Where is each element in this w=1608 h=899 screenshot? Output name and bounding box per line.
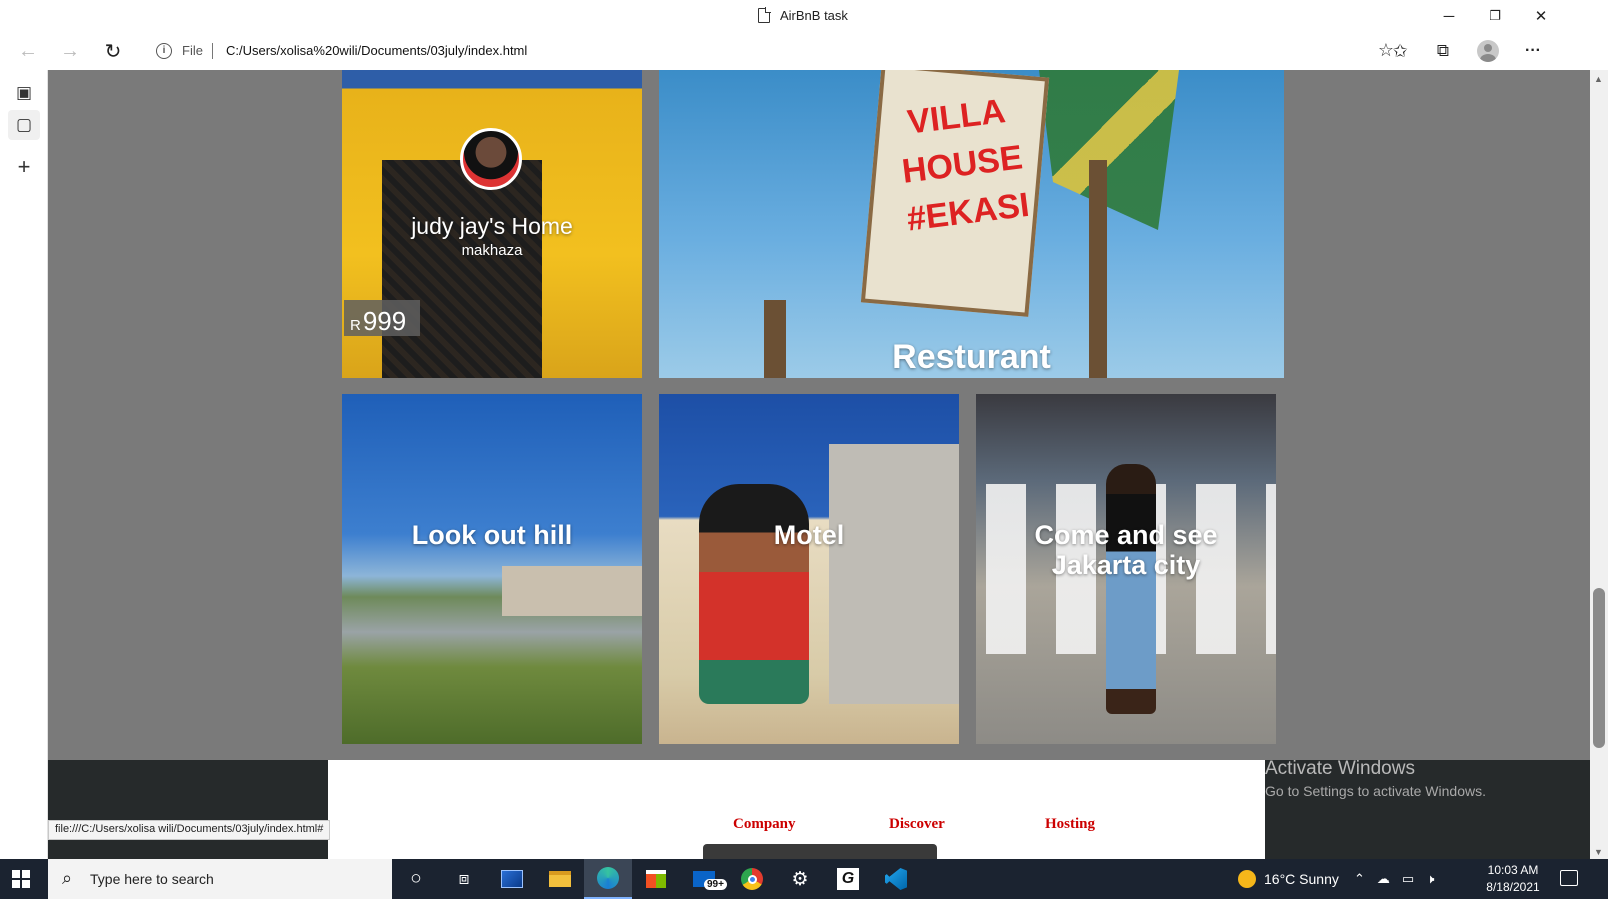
search-placeholder: Type here to search — [90, 871, 214, 887]
vertical-scrollbar[interactable]: ▲ ▼ — [1590, 70, 1608, 859]
system-clock[interactable]: 10:03 AM 8/18/2021 — [1486, 862, 1540, 896]
grammarly-icon[interactable]: G — [824, 859, 872, 899]
task-view-icon[interactable]: ⧈ — [440, 859, 488, 899]
city-caption: Come and see Jakarta city — [1034, 520, 1218, 580]
listing-card-restaurant[interactable]: VILLA HOUSE #EKASI Resturant — [659, 70, 1284, 378]
cortana-icon[interactable]: ○ — [392, 859, 440, 899]
back-button[interactable]: ← — [12, 36, 44, 66]
footer-link-company[interactable]: Company — [733, 816, 796, 833]
weather-widget[interactable]: 16°C Sunny — [1238, 859, 1339, 899]
close-button[interactable]: ✕ — [1518, 0, 1564, 32]
footer: Company Discover Hosting — [328, 760, 1265, 859]
sun-icon — [1238, 870, 1256, 888]
tab-actions-icon[interactable]: ▣ — [8, 78, 40, 108]
listing-photo — [382, 160, 542, 378]
restaurant-caption: Resturant — [892, 338, 1051, 376]
listing-card-home[interactable]: judy jay's Home makhaza R 999 — [342, 70, 642, 378]
settings-gear-icon[interactable]: ⚙ — [776, 859, 824, 899]
photos-app-icon[interactable] — [488, 859, 536, 899]
edge-browser-icon[interactable] — [584, 859, 632, 899]
wall-graphic — [829, 444, 959, 704]
mail-badge: 99+ — [704, 879, 727, 890]
mail-app-icon[interactable]: 99+ — [680, 859, 728, 899]
activation-watermark-text: Go to Settings to activate Windows. — [1265, 783, 1486, 799]
search-icon: ⌕ — [62, 868, 73, 888]
weather-text: 16°C Sunny — [1264, 871, 1339, 887]
url-text[interactable]: C:/Users/xolisa%20wili/Documents/03july/… — [226, 43, 527, 58]
price-amount: 999 — [362, 306, 407, 336]
motel-caption: Motel — [773, 520, 845, 550]
protocol-label: File — [182, 43, 203, 58]
navigation-bar: ← → ↻ i File C:/Users/xolisa%20wili/Docu… — [0, 32, 1608, 70]
minimize-button[interactable]: ─ — [1426, 0, 1472, 32]
volume-icon[interactable]: 🕨 — [1426, 871, 1434, 887]
scroll-up-icon[interactable]: ▲ — [1594, 74, 1603, 84]
status-url-tooltip: file:///C:/Users/xolisa wili/Documents/0… — [48, 820, 331, 840]
address-bar[interactable]: i File C:/Users/xolisa%20wili/Documents/… — [144, 35, 1408, 67]
forward-button[interactable]: → — [54, 36, 86, 66]
listing-location: makhaza — [461, 242, 523, 259]
clock-time: 10:03 AM — [1487, 863, 1539, 877]
host-avatar — [460, 128, 522, 190]
sign-graphic: VILLA HOUSE #EKASI — [860, 70, 1050, 317]
taskbar-search[interactable]: ⌕ Type here to search — [48, 859, 392, 899]
new-tab-icon[interactable]: + — [8, 152, 40, 182]
notification-icon[interactable] — [1560, 870, 1578, 886]
url-separator — [212, 43, 213, 59]
collections-icon[interactable]: ⧉ — [1427, 36, 1459, 66]
price-currency: R — [350, 317, 361, 334]
tab-airbnb-task[interactable]: ▢ — [8, 110, 40, 140]
title-bar: AirBnB task ─ ❐ ✕ — [0, 0, 1608, 32]
page-viewport: judy jay's Home makhaza R 999 VILLA HOUS… — [48, 70, 1590, 859]
document-icon — [758, 7, 771, 23]
battery-icon[interactable]: ▭ — [1402, 871, 1414, 887]
footer-decor-left — [48, 760, 328, 859]
chrome-icon[interactable] — [728, 859, 776, 899]
listing-card-motel[interactable]: Motel — [659, 394, 959, 744]
refresh-button[interactable]: ↻ — [97, 36, 129, 66]
system-tray: ⌃ ☁ ▭ 🕨 — [1354, 859, 1434, 899]
windows-start-icon[interactable] — [12, 870, 30, 888]
more-options-icon[interactable]: ··· — [1517, 36, 1549, 66]
restore-button[interactable]: ❐ — [1472, 0, 1518, 32]
store-app-icon[interactable] — [632, 859, 680, 899]
hill-caption: Look out hill — [411, 520, 573, 550]
chevron-up-icon[interactable]: ⌃ — [1354, 871, 1365, 887]
mural-graphic — [699, 484, 809, 704]
taskbar: ⌕ Type here to search ○ ⧈ 99+ ⚙ G 16°C S… — [0, 859, 1608, 899]
vertical-tab-strip: ▣ ▢ + — [0, 70, 48, 859]
listing-title: judy jay's Home — [411, 213, 573, 239]
clock-date: 8/18/2021 — [1486, 880, 1540, 894]
footer-link-hosting[interactable]: Hosting — [1045, 816, 1095, 833]
file-explorer-icon[interactable] — [536, 859, 584, 899]
footer-panel — [703, 844, 937, 859]
sign-text: VILLA HOUSE #EKASI — [899, 92, 1032, 239]
footer-link-discover[interactable]: Discover — [889, 816, 945, 833]
favorites-icon[interactable]: ✩ — [1384, 36, 1416, 66]
vscode-icon[interactable] — [872, 859, 920, 899]
profile-avatar[interactable] — [1472, 36, 1504, 66]
listing-card-city[interactable]: Come and see Jakarta city — [976, 394, 1276, 744]
antivirus-icon[interactable]: ☁ — [1377, 871, 1390, 887]
activation-watermark-title: Activate Windows — [1265, 758, 1415, 779]
window-title: AirBnB task — [780, 8, 848, 23]
info-icon[interactable]: i — [156, 43, 172, 59]
flag-graphic — [1039, 70, 1179, 230]
price-badge: R 999 — [344, 300, 420, 336]
listing-card-lookout-hill[interactable]: Look out hill — [342, 394, 642, 744]
scroll-down-icon[interactable]: ▼ — [1594, 847, 1603, 857]
building-graphic — [502, 566, 642, 616]
scrollbar-thumb[interactable] — [1593, 588, 1605, 748]
person-graphic — [1106, 464, 1156, 714]
